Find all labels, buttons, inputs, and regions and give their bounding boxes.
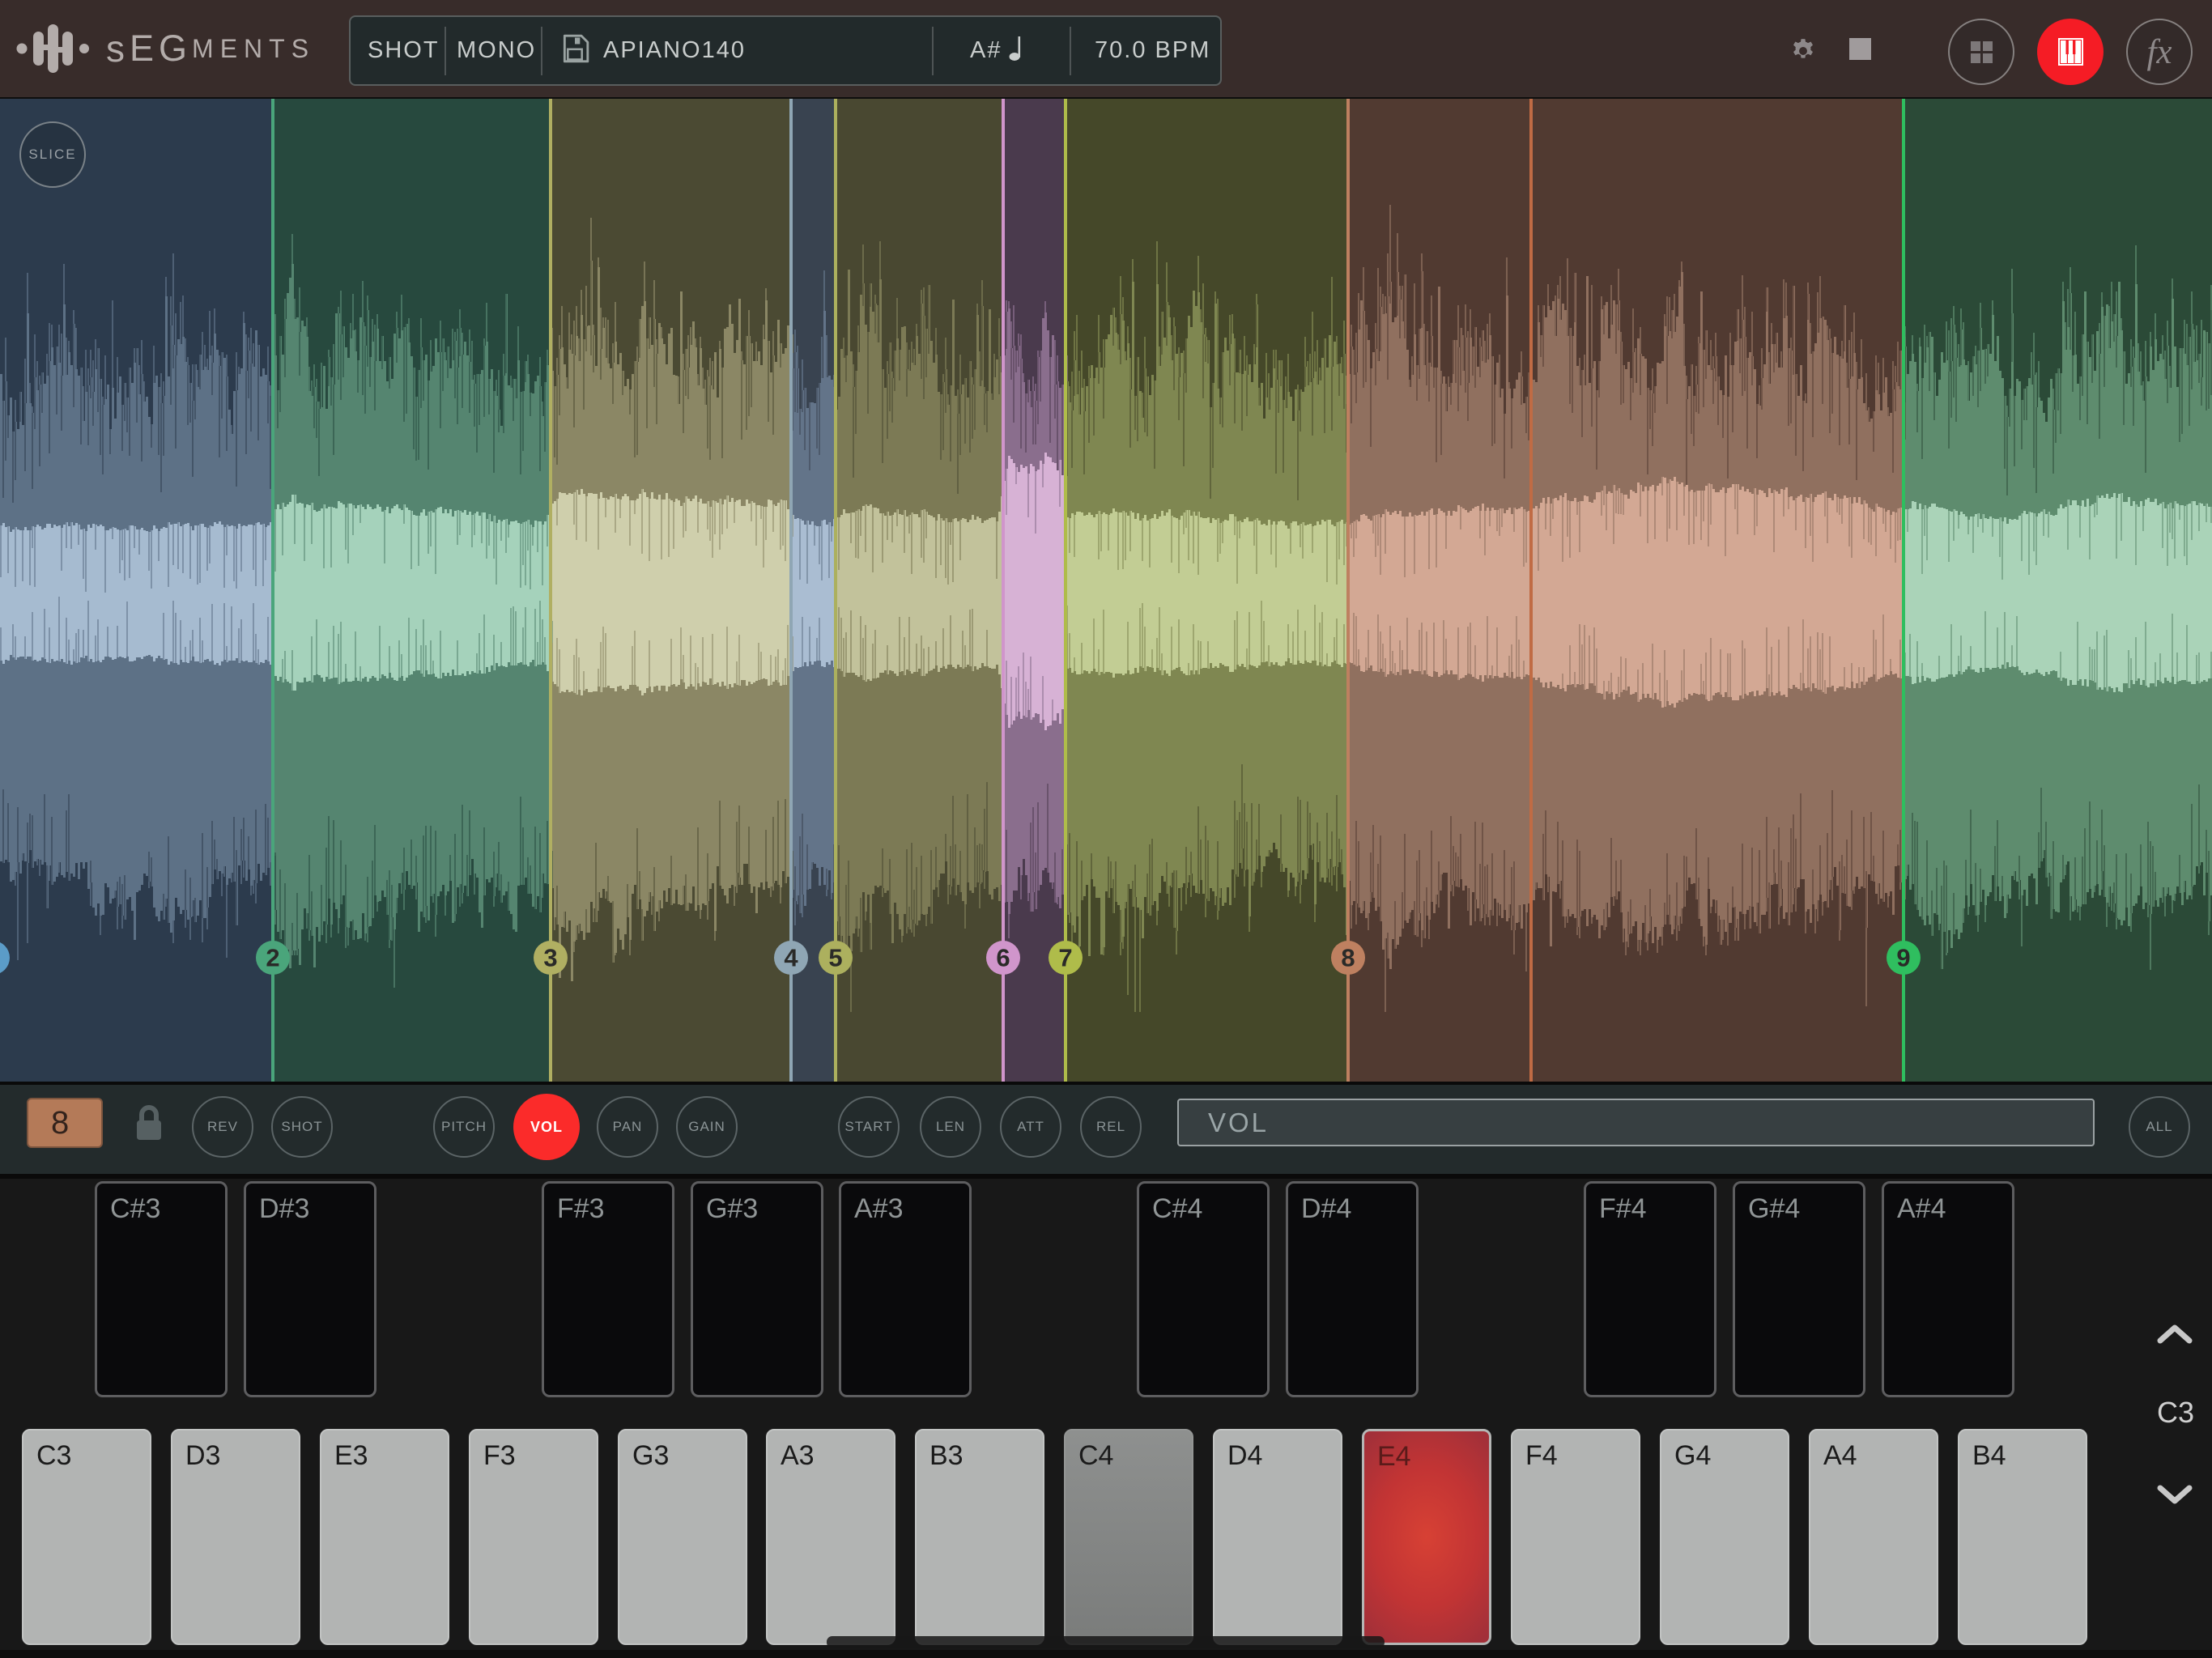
svg-text:7: 7: [1058, 944, 1072, 972]
svg-text:4: 4: [784, 944, 798, 972]
svg-text:8: 8: [1341, 944, 1355, 972]
svg-text:2: 2: [266, 944, 279, 972]
svg-text:6: 6: [996, 944, 1010, 972]
svg-text:3: 3: [543, 944, 557, 972]
svg-text:9: 9: [1896, 944, 1910, 972]
svg-text:5: 5: [828, 944, 842, 972]
